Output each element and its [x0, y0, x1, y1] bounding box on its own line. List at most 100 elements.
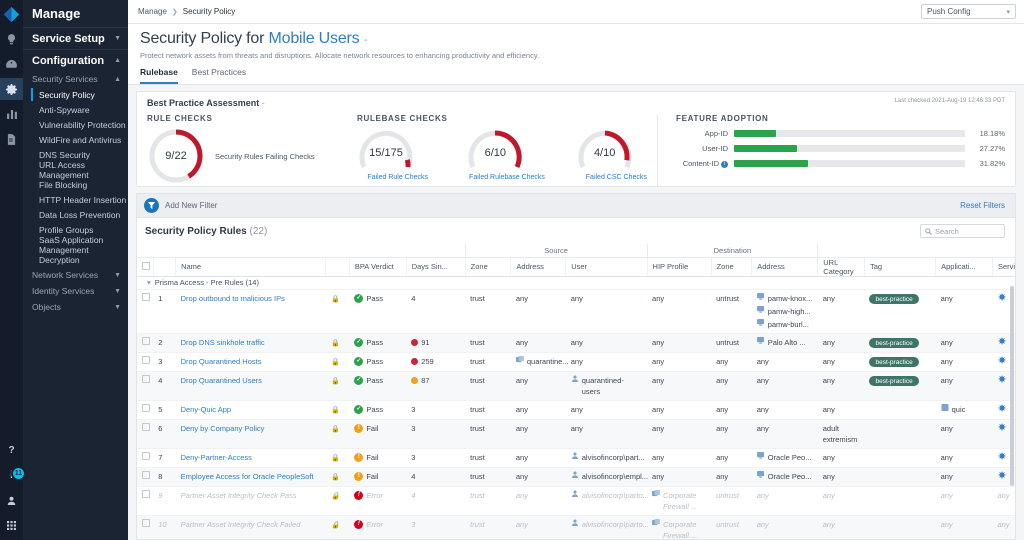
- row-checkbox[interactable]: [142, 490, 150, 498]
- table-row[interactable]: 5Deny-Quic App🔒✓Pass3trustanyanyanyanyan…: [137, 400, 1015, 419]
- sidebar-item-decryption[interactable]: Decryption: [23, 252, 128, 267]
- col-url-category[interactable]: URL Category: [818, 257, 865, 276]
- bpa-collapse-toggle[interactable]: -: [262, 98, 265, 108]
- table-row[interactable]: 4Drop Quarantined Users🔒✓Pass87trustanyq…: [137, 371, 1015, 400]
- col-hip-profile[interactable]: HIP Profile: [647, 257, 711, 276]
- chart-icon[interactable]: [0, 103, 23, 125]
- push-config-button[interactable]: Push Config ▾: [921, 4, 1016, 19]
- apps-grid-icon[interactable]: [0, 514, 23, 536]
- gauge-link[interactable]: Failed CSC Checks: [576, 174, 657, 181]
- row-checkbox[interactable]: [142, 293, 150, 301]
- gear-icon[interactable]: [0, 78, 23, 100]
- tab-best-practices[interactable]: Best Practices: [192, 67, 246, 84]
- col-src-user[interactable]: User: [566, 257, 647, 276]
- sidebar-section-configuration[interactable]: Configuration ▲: [23, 49, 128, 71]
- rule-name[interactable]: Drop Quarantined Hosts: [176, 352, 326, 371]
- sidebar-item-data-loss-prevention[interactable]: Data Loss Prevention: [23, 207, 128, 222]
- rules-group-row[interactable]: ▾Prisma Access - Pre Rules (14): [137, 276, 1015, 289]
- notifications-icon[interactable]: i 11: [0, 464, 23, 486]
- filter-funnel-icon[interactable]: [144, 198, 159, 213]
- sidebar-group-security-services[interactable]: Security Services ▲: [23, 71, 128, 87]
- sidebar-item-url-access-management[interactable]: URL Access Management: [23, 162, 128, 177]
- rule-name[interactable]: Partner Asset Integrity Check Failed: [176, 515, 326, 540]
- tab-rulebase[interactable]: Rulebase: [140, 67, 178, 84]
- sidebar-item-file-blocking[interactable]: File Blocking: [23, 177, 128, 192]
- sidebar-item-security-policy[interactable]: Security Policy: [23, 87, 128, 102]
- days-status-dot: [411, 377, 418, 384]
- table-row[interactable]: 1Drop outbound to malicious IPs🔒✓Pass4tr…: [137, 289, 1015, 333]
- row-select-cell[interactable]: [137, 448, 153, 467]
- table-row[interactable]: 10Partner Asset Integrity Check Failed🔒!…: [137, 515, 1015, 540]
- rule-name[interactable]: Deny-Partner-Access: [176, 448, 326, 467]
- rule-name[interactable]: Partner Asset Integrity Check Pass: [176, 486, 326, 515]
- row-checkbox[interactable]: [142, 452, 150, 460]
- table-row[interactable]: 8Employee Access for Oracle PeopleSoft🔒!…: [137, 467, 1015, 486]
- rule-name[interactable]: Drop outbound to malicious IPs: [176, 289, 326, 333]
- sidebar-section-service-setup[interactable]: Service Setup ▼: [23, 27, 128, 49]
- page-title-highlight[interactable]: Mobile Users: [269, 30, 360, 47]
- rule-name[interactable]: Drop Quarantined Users: [176, 371, 326, 400]
- chevron-down-icon[interactable]: ▾: [147, 278, 151, 287]
- gauge-link[interactable]: Failed Rule Checks: [357, 174, 438, 181]
- user-icon[interactable]: [0, 489, 23, 511]
- col-src-zone[interactable]: Zone: [465, 257, 511, 276]
- col-select-all[interactable]: [137, 257, 153, 276]
- rule-name[interactable]: Deny by Company Policy: [176, 419, 326, 448]
- sidebar-item-http-header-insertion[interactable]: HTTP Header Insertion: [23, 192, 128, 207]
- col-service[interactable]: Servic: [993, 257, 1016, 276]
- row-checkbox[interactable]: [142, 519, 150, 527]
- row-checkbox[interactable]: [142, 404, 150, 412]
- dashboard-icon[interactable]: [0, 53, 23, 75]
- col-name[interactable]: Name: [176, 257, 326, 276]
- row-select-cell[interactable]: [137, 400, 153, 419]
- gauge-link[interactable]: Failed Rulebase Checks: [466, 174, 547, 181]
- rule-name[interactable]: Deny-Quic App: [176, 400, 326, 419]
- sidebar-item-saas-application-management[interactable]: SaaS Application Management: [23, 237, 128, 252]
- row-select-cell[interactable]: [137, 371, 153, 400]
- vertical-scrollbar[interactable]: [1010, 286, 1014, 486]
- col-dst-address[interactable]: Address: [752, 257, 818, 276]
- row-checkbox[interactable]: [142, 471, 150, 479]
- select-all-checkbox[interactable]: [142, 262, 150, 270]
- col-src-address[interactable]: Address: [511, 257, 566, 276]
- row-select-cell[interactable]: [137, 419, 153, 448]
- col-days-since[interactable]: Days Sin...: [406, 257, 465, 276]
- table-row[interactable]: 9Partner Asset Integrity Check Pass🔒!Err…: [137, 486, 1015, 515]
- breadcrumb-root[interactable]: Manage: [138, 7, 167, 16]
- sidebar-item-wildfire-and-antivirus[interactable]: WildFire and Antivirus: [23, 132, 128, 147]
- reset-filters-button[interactable]: Reset Filters: [960, 201, 1005, 210]
- table-row[interactable]: 7Deny-Partner-Access🔒!Fail3trustanyalvis…: [137, 448, 1015, 467]
- row-select-cell[interactable]: [137, 333, 153, 352]
- rule-name[interactable]: Employee Access for Oracle PeopleSoft: [176, 467, 326, 486]
- col-number[interactable]: [153, 257, 175, 276]
- row-checkbox[interactable]: [142, 375, 150, 383]
- col-application[interactable]: Applicati...: [936, 257, 993, 276]
- col-dst-zone[interactable]: Zone: [711, 257, 752, 276]
- add-filter-group[interactable]: Add New Filter: [144, 198, 217, 213]
- row-checkbox[interactable]: [142, 356, 150, 364]
- sidebar-section-identity-services[interactable]: Identity Services▼: [23, 283, 128, 299]
- info-icon[interactable]: i: [721, 161, 728, 168]
- row-select-cell[interactable]: [137, 352, 153, 371]
- rule-name[interactable]: Drop DNS sinkhole traffic: [176, 333, 326, 352]
- row-select-cell[interactable]: [137, 515, 153, 540]
- bulb-icon[interactable]: [0, 28, 23, 50]
- table-row[interactable]: 2Drop DNS sinkhole traffic🔒✓Pass91trusta…: [137, 333, 1015, 352]
- col-bpa-verdict[interactable]: BPA Verdict: [349, 257, 406, 276]
- row-select-cell[interactable]: [137, 289, 153, 333]
- search-input[interactable]: Search: [920, 224, 1005, 238]
- table-row[interactable]: 3Drop Quarantined Hosts🔒✓Pass259trustqua…: [137, 352, 1015, 371]
- table-row[interactable]: 6Deny by Company Policy🔒!Fail3trustanyan…: [137, 419, 1015, 448]
- sidebar-section-objects[interactable]: Objects▼: [23, 299, 128, 315]
- row-select-cell[interactable]: [137, 486, 153, 515]
- row-select-cell[interactable]: [137, 467, 153, 486]
- report-icon[interactable]: [0, 128, 23, 150]
- sidebar-section-network-services[interactable]: Network Services▼: [23, 267, 128, 283]
- sidebar-item-vulnerability-protection[interactable]: Vulnerability Protection: [23, 117, 128, 132]
- sidebar-item-anti-spyware[interactable]: Anti-Spyware: [23, 102, 128, 117]
- row-checkbox[interactable]: [142, 337, 150, 345]
- prisma-logo-icon[interactable]: [2, 3, 22, 25]
- help-icon[interactable]: ?: [0, 439, 23, 461]
- col-tag[interactable]: Tag: [864, 257, 935, 276]
- row-checkbox[interactable]: [142, 423, 150, 431]
